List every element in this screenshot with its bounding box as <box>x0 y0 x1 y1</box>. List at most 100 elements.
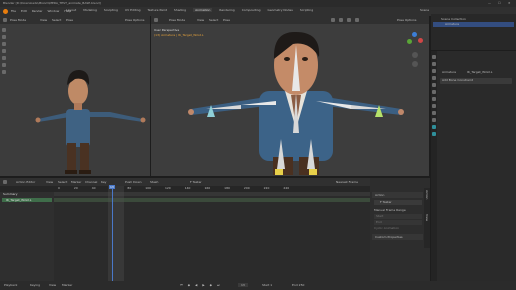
menu-file[interactable]: File <box>11 9 16 13</box>
solid-shading-icon[interactable] <box>347 18 351 22</box>
y-axis-icon[interactable] <box>407 39 412 44</box>
keying-menu[interactable]: Keying <box>30 283 40 287</box>
cyclic-animation-checkbox[interactable]: Cyclic Animation <box>374 226 399 230</box>
action-editor-body[interactable]: 13 <box>0 185 370 281</box>
close-icon[interactable]: ✕ <box>508 1 511 5</box>
snapping-selector[interactable]: Nearest Frame <box>336 180 358 184</box>
scene-selector[interactable]: Scene <box>420 8 429 12</box>
outliner-row-armature[interactable]: Armature <box>433 22 514 27</box>
tab-uv-editing[interactable]: UV Editing <box>125 8 141 12</box>
object-tab-icon[interactable] <box>432 90 436 94</box>
channel-summary[interactable]: Summary <box>3 192 18 196</box>
tab-scripting[interactable]: Scripting <box>300 8 313 12</box>
action-name-field[interactable]: F Tester <box>190 180 202 184</box>
minimize-icon[interactable]: — <box>488 1 491 5</box>
render-tab-icon[interactable] <box>432 62 436 66</box>
editor-type-icon[interactable] <box>154 18 158 22</box>
next-key-icon[interactable]: ◆ <box>210 283 212 287</box>
z-axis-icon[interactable] <box>412 32 417 37</box>
ae-menu-marker[interactable]: Marker <box>71 180 81 184</box>
frame-start-field[interactable]: Start <box>374 214 422 219</box>
editor-type-icon[interactable] <box>3 180 7 184</box>
play-icon[interactable]: ▶ <box>202 283 204 287</box>
menu-select-left[interactable]: Select <box>52 18 61 22</box>
action-selector[interactable]: F Tester <box>374 200 422 205</box>
character-model-right[interactable] <box>181 29 411 177</box>
tab-layout[interactable]: Layout <box>66 8 76 12</box>
channel-row-bone[interactable]: IK_Target_Wrist.L <box>2 198 52 202</box>
overlay-icon[interactable] <box>331 18 335 22</box>
manual-frame-range-checkbox[interactable]: Manual Frame Range <box>374 208 406 212</box>
mode-selector-right[interactable]: Pose Mode <box>169 18 185 22</box>
character-model-left[interactable] <box>30 39 150 179</box>
menu-pose-right[interactable]: Pose <box>223 18 230 22</box>
menu-window[interactable]: Window <box>48 9 60 13</box>
x-axis-icon[interactable] <box>418 38 423 43</box>
tab-geometry-nodes[interactable]: Geometry Nodes <box>268 8 293 12</box>
blender-logo-icon[interactable] <box>3 9 8 14</box>
xray-icon[interactable] <box>339 18 343 22</box>
menu-view-right[interactable]: View <box>197 18 204 22</box>
action-editor-mode[interactable]: Action Editor <box>16 180 35 184</box>
viewport-right[interactable]: User Perspective (13) Armature | IK_Targ… <box>151 24 429 176</box>
sidebar-tab-view[interactable]: View <box>425 214 429 221</box>
view-menu[interactable]: View <box>49 283 56 287</box>
current-frame-indicator[interactable]: 13 <box>109 185 115 189</box>
playback-menu[interactable]: Playback <box>4 283 17 287</box>
menu-edit[interactable]: Edit <box>21 9 27 13</box>
editor-type-icon[interactable] <box>3 18 7 22</box>
bone-tab-icon[interactable] <box>432 125 436 129</box>
physics-tab-icon[interactable] <box>432 104 436 108</box>
ae-menu-channel[interactable]: Channel <box>85 180 97 184</box>
tab-sculpting[interactable]: Sculpting <box>104 8 118 12</box>
select-tool-icon[interactable] <box>2 28 6 32</box>
menu-view-left[interactable]: View <box>40 18 47 22</box>
transform-tool-icon[interactable] <box>2 63 6 67</box>
tool-tab-icon[interactable] <box>432 55 436 59</box>
zoom-icon[interactable] <box>412 52 418 58</box>
scene-tab-icon[interactable] <box>432 76 436 80</box>
marker-menu[interactable]: Marker <box>62 283 72 287</box>
ae-menu-view[interactable]: View <box>46 180 53 184</box>
annotate-tool-icon[interactable] <box>2 70 6 74</box>
viewport-left[interactable] <box>0 24 150 176</box>
add-bone-constraint-button[interactable]: Add Bone Constraint <box>440 78 512 84</box>
material-shading-icon[interactable] <box>355 18 359 22</box>
tab-texture-paint[interactable]: Texture Paint <box>148 8 167 12</box>
output-tab-icon[interactable] <box>432 69 436 73</box>
foot-ik-right[interactable] <box>309 169 317 175</box>
outliner-scene-collection[interactable]: Scene Collection <box>441 17 466 21</box>
maximize-icon[interactable]: ☐ <box>498 1 501 5</box>
navigation-gizmo[interactable] <box>406 32 424 72</box>
current-frame-field[interactable]: 13 <box>238 283 248 287</box>
tab-shading[interactable]: Shading <box>174 8 186 12</box>
tab-compositing[interactable]: Compositing <box>242 8 261 12</box>
tab-rendering[interactable]: Rendering <box>219 8 234 12</box>
rotate-tool-icon[interactable] <box>2 49 6 53</box>
modifier-tab-icon[interactable] <box>432 97 436 101</box>
tab-animation[interactable]: Animation <box>193 8 213 12</box>
pan-icon[interactable] <box>412 61 418 67</box>
foot-ik-left[interactable] <box>275 169 283 175</box>
play-reverse-icon[interactable]: ◀ <box>195 283 197 287</box>
prev-key-icon[interactable]: ◆ <box>188 283 190 287</box>
data-tab-icon[interactable] <box>432 118 436 122</box>
frame-end-field[interactable]: End <box>374 220 422 225</box>
jump-end-icon[interactable]: ⏭ <box>217 283 220 287</box>
action-section-header[interactable]: Action <box>372 192 423 198</box>
pose-options-right[interactable]: Pose Options <box>397 18 416 22</box>
ae-menu-key[interactable]: Key <box>101 180 106 184</box>
menu-select-right[interactable]: Select <box>209 18 218 22</box>
constraint-tab-icon[interactable] <box>432 111 436 115</box>
tab-modeling[interactable]: Modeling <box>83 8 97 12</box>
jump-start-icon[interactable]: ⏮ <box>180 283 183 287</box>
push-down-button[interactable]: Push Down <box>125 180 142 184</box>
ae-menu-select[interactable]: Select <box>58 180 67 184</box>
scale-tool-icon[interactable] <box>2 56 6 60</box>
bone-constraint-tab-icon[interactable] <box>432 132 436 136</box>
end-frame-field[interactable]: End 250 <box>292 283 304 287</box>
menu-pose-left[interactable]: Pose <box>66 18 73 22</box>
cursor-tool-icon[interactable] <box>2 35 6 39</box>
mode-selector-left[interactable]: Pose Mode <box>10 18 26 22</box>
world-tab-icon[interactable] <box>432 83 436 87</box>
